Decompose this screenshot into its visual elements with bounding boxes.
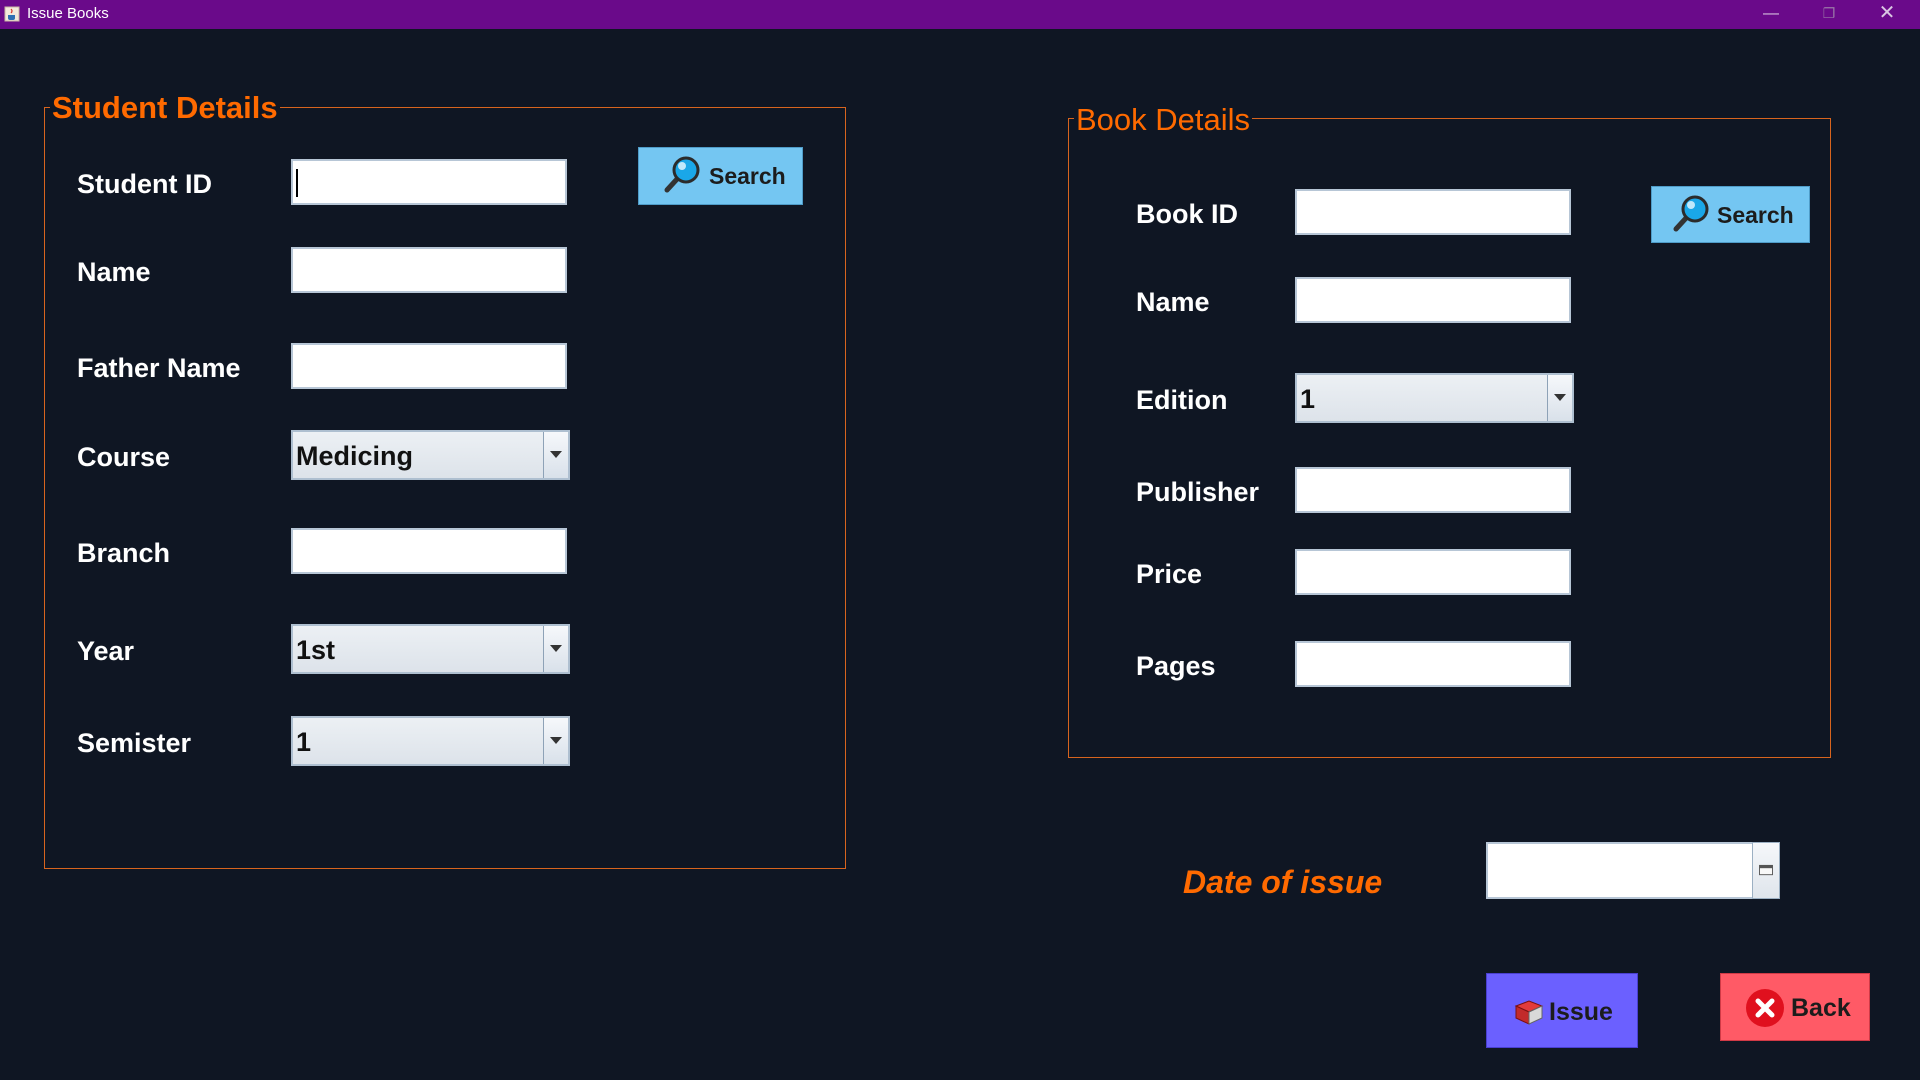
- price-input[interactable]: [1295, 549, 1571, 595]
- magnifier-icon: [664, 156, 700, 193]
- chevron-down-icon[interactable]: [543, 626, 568, 672]
- back-button[interactable]: Back: [1720, 973, 1870, 1041]
- father-name-label: Father Name: [77, 353, 241, 383]
- book-details-title: Book Details: [1074, 102, 1253, 138]
- year-select[interactable]: 1st: [291, 624, 570, 674]
- date-of-issue-input[interactable]: [1486, 842, 1780, 899]
- price-label: Price: [1136, 559, 1203, 589]
- course-select[interactable]: Medicing: [291, 430, 570, 480]
- date-of-issue-label: Date of issue: [1183, 864, 1383, 900]
- book-id-label: Book ID: [1136, 199, 1239, 229]
- edition-label: Edition: [1136, 385, 1228, 415]
- student-details-title: Student Details: [50, 90, 280, 126]
- publisher-input[interactable]: [1295, 467, 1571, 513]
- student-name-input[interactable]: [291, 247, 567, 293]
- close-window-button[interactable]: ✕: [1858, 0, 1916, 29]
- publisher-label: Publisher: [1136, 477, 1260, 507]
- chevron-down-icon[interactable]: [1547, 375, 1572, 421]
- magnifier-icon: [1673, 195, 1709, 232]
- close-circle-icon: [1746, 989, 1784, 1027]
- semister-label: Semister: [77, 728, 192, 758]
- student-search-label: Search: [709, 163, 786, 189]
- year-label: Year: [77, 636, 135, 666]
- course-selected-value: Medicing: [296, 441, 414, 471]
- chevron-down-icon[interactable]: [543, 718, 568, 764]
- branch-label: Branch: [77, 538, 171, 568]
- window-title: Issue Books: [27, 5, 109, 22]
- pages-label: Pages: [1136, 651, 1216, 681]
- semister-selected-value: 1: [296, 727, 312, 757]
- student-id-label: Student ID: [77, 169, 212, 199]
- year-selected-value: 1st: [296, 635, 336, 665]
- student-search-button[interactable]: Search: [638, 147, 803, 205]
- chevron-down-icon[interactable]: [543, 432, 568, 478]
- book-search-button[interactable]: Search: [1651, 186, 1810, 243]
- minimize-button[interactable]: —: [1742, 0, 1800, 29]
- father-name-input[interactable]: [291, 343, 567, 389]
- issue-label: Issue: [1549, 998, 1613, 1026]
- book-name-input[interactable]: [1295, 277, 1571, 323]
- java-cup-icon: [4, 6, 20, 22]
- book-search-label: Search: [1717, 202, 1794, 228]
- student-id-input[interactable]: [291, 159, 567, 205]
- semister-select[interactable]: 1: [291, 716, 570, 766]
- calendar-icon[interactable]: [1752, 842, 1780, 899]
- edition-select[interactable]: 1: [1295, 373, 1574, 423]
- course-label: Course: [77, 442, 171, 472]
- book-name-label: Name: [1136, 287, 1210, 317]
- branch-input[interactable]: [291, 528, 567, 574]
- book-icon: [1514, 1000, 1544, 1025]
- back-label: Back: [1791, 994, 1851, 1022]
- issue-button[interactable]: Issue: [1486, 973, 1638, 1048]
- maximize-button[interactable]: ❐: [1800, 0, 1858, 29]
- book-id-input[interactable]: [1295, 189, 1571, 235]
- pages-input[interactable]: [1295, 641, 1571, 687]
- title-bar: Issue Books — ❐ ✕: [0, 0, 1920, 29]
- edition-selected-value: 1: [1300, 384, 1316, 414]
- student-name-label: Name: [77, 257, 151, 287]
